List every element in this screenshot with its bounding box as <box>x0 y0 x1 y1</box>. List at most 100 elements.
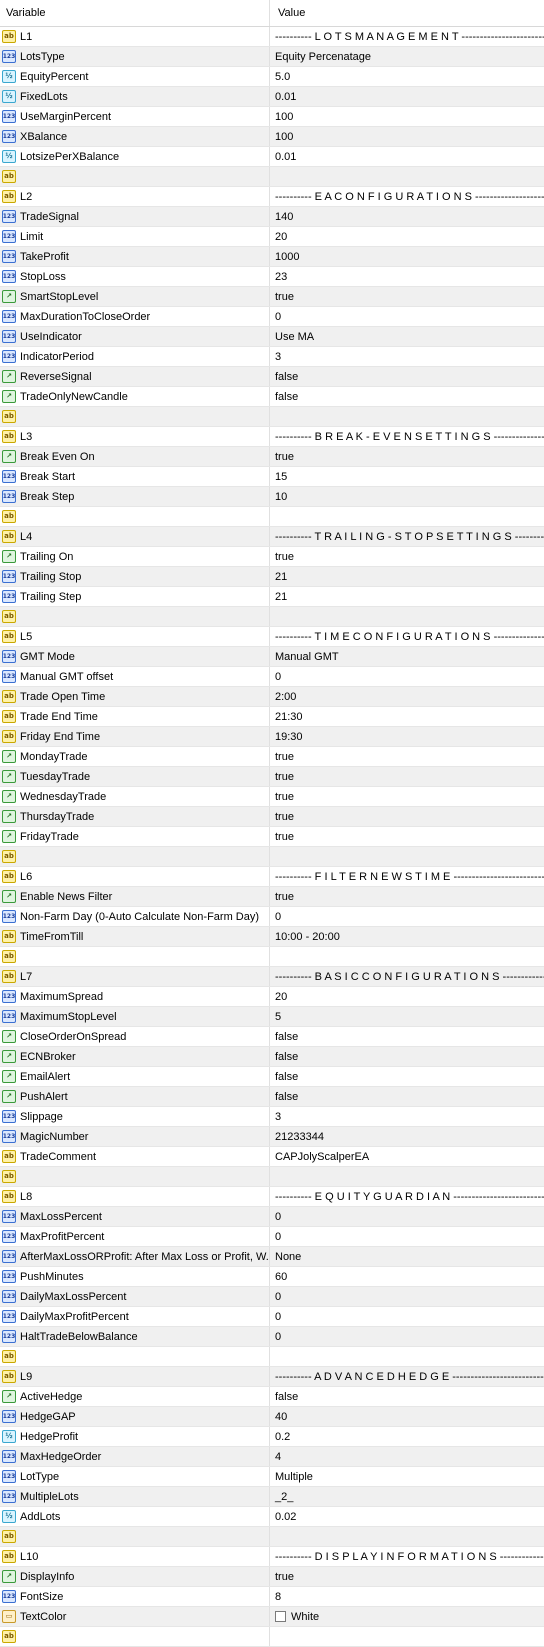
value-cell[interactable]: true <box>270 547 544 566</box>
table-row[interactable]: 123 UseIndicator Use MA <box>0 327 544 347</box>
variable-cell[interactable]: ↗ FridayTrade <box>0 827 270 846</box>
variable-cell[interactable]: 123 LotsType <box>0 47 270 66</box>
variable-cell[interactable]: 123 HaltTradeBelowBalance <box>0 1327 270 1346</box>
value-cell[interactable]: ---------- A D V A N C E D H E D G E ---… <box>270 1367 544 1386</box>
table-row[interactable]: 123 MaximumSpread 20 <box>0 987 544 1007</box>
table-row[interactable]: 123 XBalance 100 <box>0 127 544 147</box>
variable-cell[interactable]: ↗ Break Even On <box>0 447 270 466</box>
value-cell[interactable]: true <box>270 827 544 846</box>
variable-cell[interactable]: ↗ SmartStopLevel <box>0 287 270 306</box>
variable-cell[interactable]: ab <box>0 1347 270 1366</box>
value-cell[interactable]: 0 <box>270 1287 544 1306</box>
table-row[interactable]: ½ LotsizePerXBalance 0.01 <box>0 147 544 167</box>
value-cell[interactable]: 20 <box>270 987 544 1006</box>
variable-cell[interactable]: 123 Manual GMT offset <box>0 667 270 686</box>
variable-cell[interactable]: ab L2 <box>0 187 270 206</box>
variable-cell[interactable]: ab <box>0 1527 270 1546</box>
variable-cell[interactable]: ▭ TextColor <box>0 1607 270 1626</box>
value-cell[interactable]: 0.01 <box>270 87 544 106</box>
variable-cell[interactable]: 123 GMT Mode <box>0 647 270 666</box>
table-row[interactable]: ab L6 ---------- F I L T E R N E W S T I M… <box>0 867 544 887</box>
table-row[interactable]: 123 MultipleLots _2_ <box>0 1487 544 1507</box>
value-cell[interactable] <box>270 507 544 526</box>
table-row[interactable]: ↗ TuesdayTrade true <box>0 767 544 787</box>
value-cell[interactable]: 0.2 <box>270 1427 544 1446</box>
table-row[interactable]: 123 GMT Mode Manual GMT <box>0 647 544 667</box>
value-cell[interactable]: 10 <box>270 487 544 506</box>
table-row[interactable]: ↗ Enable News Filter true <box>0 887 544 907</box>
variable-cell[interactable]: 123 LotType <box>0 1467 270 1486</box>
table-row[interactable]: 123 PushMinutes 60 <box>0 1267 544 1287</box>
variable-cell[interactable]: 123 Break Start <box>0 467 270 486</box>
table-row[interactable]: ab L8 ---------- E Q U I T Y G U A R D I A… <box>0 1187 544 1207</box>
table-row[interactable]: ab TimeFromTill 10:00 - 20:00 <box>0 927 544 947</box>
table-row[interactable]: 123 Trailing Step 21 <box>0 587 544 607</box>
table-row[interactable]: 123 StopLoss 23 <box>0 267 544 287</box>
table-row[interactable]: 123 TakeProfit 1000 <box>0 247 544 267</box>
table-row[interactable]: ↗ Trailing On true <box>0 547 544 567</box>
table-row[interactable]: ½ HedgeProfit 0.2 <box>0 1427 544 1447</box>
variable-cell[interactable]: 123 Slippage <box>0 1107 270 1126</box>
value-cell[interactable]: 0 <box>270 1307 544 1326</box>
table-row[interactable]: ↗ TradeOnlyNewCandle false <box>0 387 544 407</box>
value-cell[interactable] <box>270 1167 544 1186</box>
value-cell[interactable]: false <box>270 367 544 386</box>
variable-cell[interactable]: ↗ ECNBroker <box>0 1047 270 1066</box>
value-cell[interactable]: 3 <box>270 347 544 366</box>
value-cell[interactable]: true <box>270 787 544 806</box>
value-cell[interactable]: 21233344 <box>270 1127 544 1146</box>
value-cell[interactable]: true <box>270 447 544 466</box>
value-cell[interactable]: false <box>270 1047 544 1066</box>
variable-cell[interactable]: ↗ WednesdayTrade <box>0 787 270 806</box>
value-cell[interactable]: true <box>270 807 544 826</box>
variable-cell[interactable]: ab L6 <box>0 867 270 886</box>
variable-cell[interactable]: ↗ PushAlert <box>0 1087 270 1106</box>
table-row[interactable]: ↗ SmartStopLevel true <box>0 287 544 307</box>
value-cell[interactable]: 100 <box>270 127 544 146</box>
value-cell[interactable]: 140 <box>270 207 544 226</box>
table-row[interactable]: 123 MaxProfitPercent 0 <box>0 1227 544 1247</box>
variable-cell[interactable]: ab L3 <box>0 427 270 446</box>
variable-cell[interactable]: ↗ MondayTrade <box>0 747 270 766</box>
value-cell[interactable]: ---------- E Q U I T Y G U A R D I A N -… <box>270 1187 544 1206</box>
variable-cell[interactable]: 123 MaxHedgeOrder <box>0 1447 270 1466</box>
value-cell[interactable]: true <box>270 747 544 766</box>
value-cell[interactable]: 1000 <box>270 247 544 266</box>
value-cell[interactable]: 5 <box>270 1007 544 1026</box>
value-cell[interactable]: false <box>270 1387 544 1406</box>
variable-cell[interactable]: ↗ DisplayInfo <box>0 1567 270 1586</box>
value-cell[interactable]: 0 <box>270 1227 544 1246</box>
value-cell[interactable]: true <box>270 887 544 906</box>
table-row[interactable]: 123 FontSize 8 <box>0 1587 544 1607</box>
variable-cell[interactable]: 123 Limit <box>0 227 270 246</box>
value-cell[interactable]: Equity Percenatage <box>270 47 544 66</box>
variable-cell[interactable]: 123 UseIndicator <box>0 327 270 346</box>
value-cell[interactable]: Use MA <box>270 327 544 346</box>
table-row[interactable]: ab L4 ---------- T R A I L I N G - S T O P… <box>0 527 544 547</box>
table-row[interactable]: ab <box>0 407 544 427</box>
value-cell[interactable]: 19:30 <box>270 727 544 746</box>
variable-cell[interactable]: ↗ TradeOnlyNewCandle <box>0 387 270 406</box>
variable-cell[interactable]: 123 AfterMaxLossORProfit: After Max Loss … <box>0 1247 270 1266</box>
value-cell[interactable] <box>270 1347 544 1366</box>
value-cell[interactable] <box>270 1527 544 1546</box>
variable-cell[interactable]: 123 MaxDurationToCloseOrder <box>0 307 270 326</box>
table-row[interactable]: 123 DailyMaxProfitPercent 0 <box>0 1307 544 1327</box>
variable-cell[interactable]: ab <box>0 167 270 186</box>
table-row[interactable]: ab TradeComment CAPJolyScalperEA <box>0 1147 544 1167</box>
table-row[interactable]: ab Friday End Time 19:30 <box>0 727 544 747</box>
variable-cell[interactable]: ab <box>0 847 270 866</box>
table-row[interactable]: ab <box>0 1167 544 1187</box>
value-cell[interactable]: 21 <box>270 567 544 586</box>
table-row[interactable]: 123 Manual GMT offset 0 <box>0 667 544 687</box>
value-cell[interactable] <box>270 1627 544 1646</box>
table-row[interactable]: ab L10 ---------- D I S P L A Y I N F O R … <box>0 1547 544 1567</box>
table-row[interactable]: ab L5 ---------- T I M E C O N F I G U R A… <box>0 627 544 647</box>
value-cell[interactable]: 5.0 <box>270 67 544 86</box>
table-row[interactable]: ↗ PushAlert false <box>0 1087 544 1107</box>
table-row[interactable]: ↗ DisplayInfo true <box>0 1567 544 1587</box>
variable-cell[interactable]: ↗ ThursdayTrade <box>0 807 270 826</box>
table-row[interactable]: ½ AddLots 0.02 <box>0 1507 544 1527</box>
variable-cell[interactable]: 123 MagicNumber <box>0 1127 270 1146</box>
variable-cell[interactable]: ½ LotsizePerXBalance <box>0 147 270 166</box>
